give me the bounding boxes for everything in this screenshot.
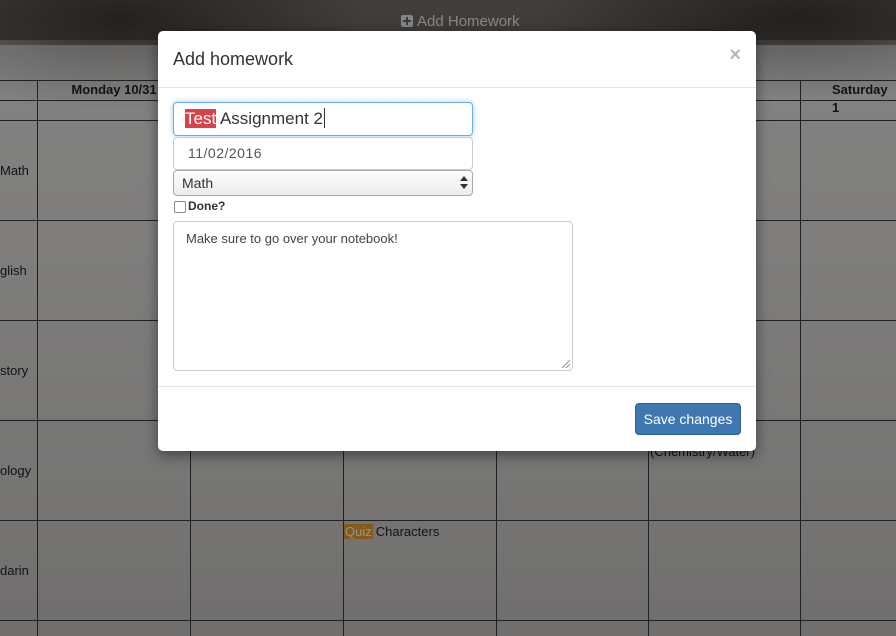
modal-title: Add homework	[173, 49, 294, 69]
close-icon[interactable]: ×	[729, 45, 741, 65]
subject-select[interactable]: Math	[173, 170, 473, 196]
text-cursor	[323, 108, 325, 128]
notes-textarea[interactable]: Make sure to go over your notebook!	[173, 221, 573, 371]
homework-title-input[interactable]: Test Assignment 2	[173, 102, 473, 136]
modal-footer-divider	[158, 386, 756, 387]
title-input-text: Assignment 2	[216, 109, 323, 128]
selected-text: Test	[185, 109, 217, 128]
modal-header: Add homework ×	[158, 31, 756, 88]
subject-select-value: Math	[182, 175, 214, 191]
select-arrows-icon	[460, 175, 468, 191]
resize-handle-icon[interactable]	[562, 360, 570, 368]
done-checkbox-label[interactable]: Done?	[188, 199, 225, 213]
save-changes-button[interactable]: Save changes	[635, 403, 741, 435]
done-checkbox[interactable]	[174, 201, 186, 213]
add-homework-modal: Add homework × Test Assignment 2 11/02/2…	[158, 31, 756, 451]
notes-text: Make sure to go over your notebook!	[186, 231, 398, 246]
due-date-input[interactable]: 11/02/2016	[173, 137, 473, 170]
